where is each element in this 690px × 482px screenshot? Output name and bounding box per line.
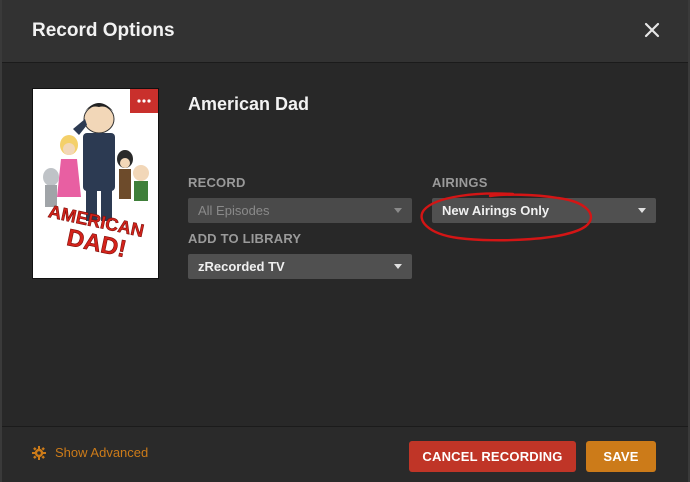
- show-poster: AMERICAN DAD!: [32, 88, 159, 279]
- poster-more-button[interactable]: [130, 89, 158, 113]
- record-select[interactable]: All Episodes: [188, 198, 412, 223]
- dialog-footer: Show Advanced CANCEL RECORDING SAVE: [2, 426, 688, 482]
- record-options-dialog: Record Options AMERICAN DAD! American Da…: [0, 0, 690, 482]
- dialog-title: Record Options: [32, 20, 175, 41]
- close-button[interactable]: [642, 20, 662, 40]
- show-advanced-link[interactable]: Show Advanced: [32, 445, 148, 460]
- gear-icon: [32, 445, 46, 460]
- show-advanced-label: Show Advanced: [55, 445, 149, 460]
- library-select[interactable]: zRecorded TV: [188, 254, 412, 279]
- chevron-down-icon: [638, 208, 646, 213]
- save-button[interactable]: SAVE: [586, 441, 656, 472]
- cancel-recording-button[interactable]: CANCEL RECORDING: [409, 441, 576, 472]
- show-title: American Dad: [188, 94, 310, 114]
- airings-label: AIRINGS: [432, 175, 488, 190]
- close-icon: [644, 22, 660, 38]
- library-label: ADD TO LIBRARY: [188, 231, 302, 246]
- record-label: RECORD: [188, 175, 246, 190]
- airings-select[interactable]: New Airings Only: [432, 198, 656, 223]
- airings-select-value: New Airings Only: [442, 203, 550, 218]
- library-select-value: zRecorded TV: [198, 259, 285, 274]
- chevron-down-icon: [394, 208, 402, 213]
- dialog-header: Record Options: [2, 0, 688, 63]
- poster-artwork: AMERICAN DAD!: [33, 89, 158, 278]
- more-icon: [137, 99, 151, 103]
- chevron-down-icon: [394, 264, 402, 269]
- record-select-value: All Episodes: [198, 203, 270, 218]
